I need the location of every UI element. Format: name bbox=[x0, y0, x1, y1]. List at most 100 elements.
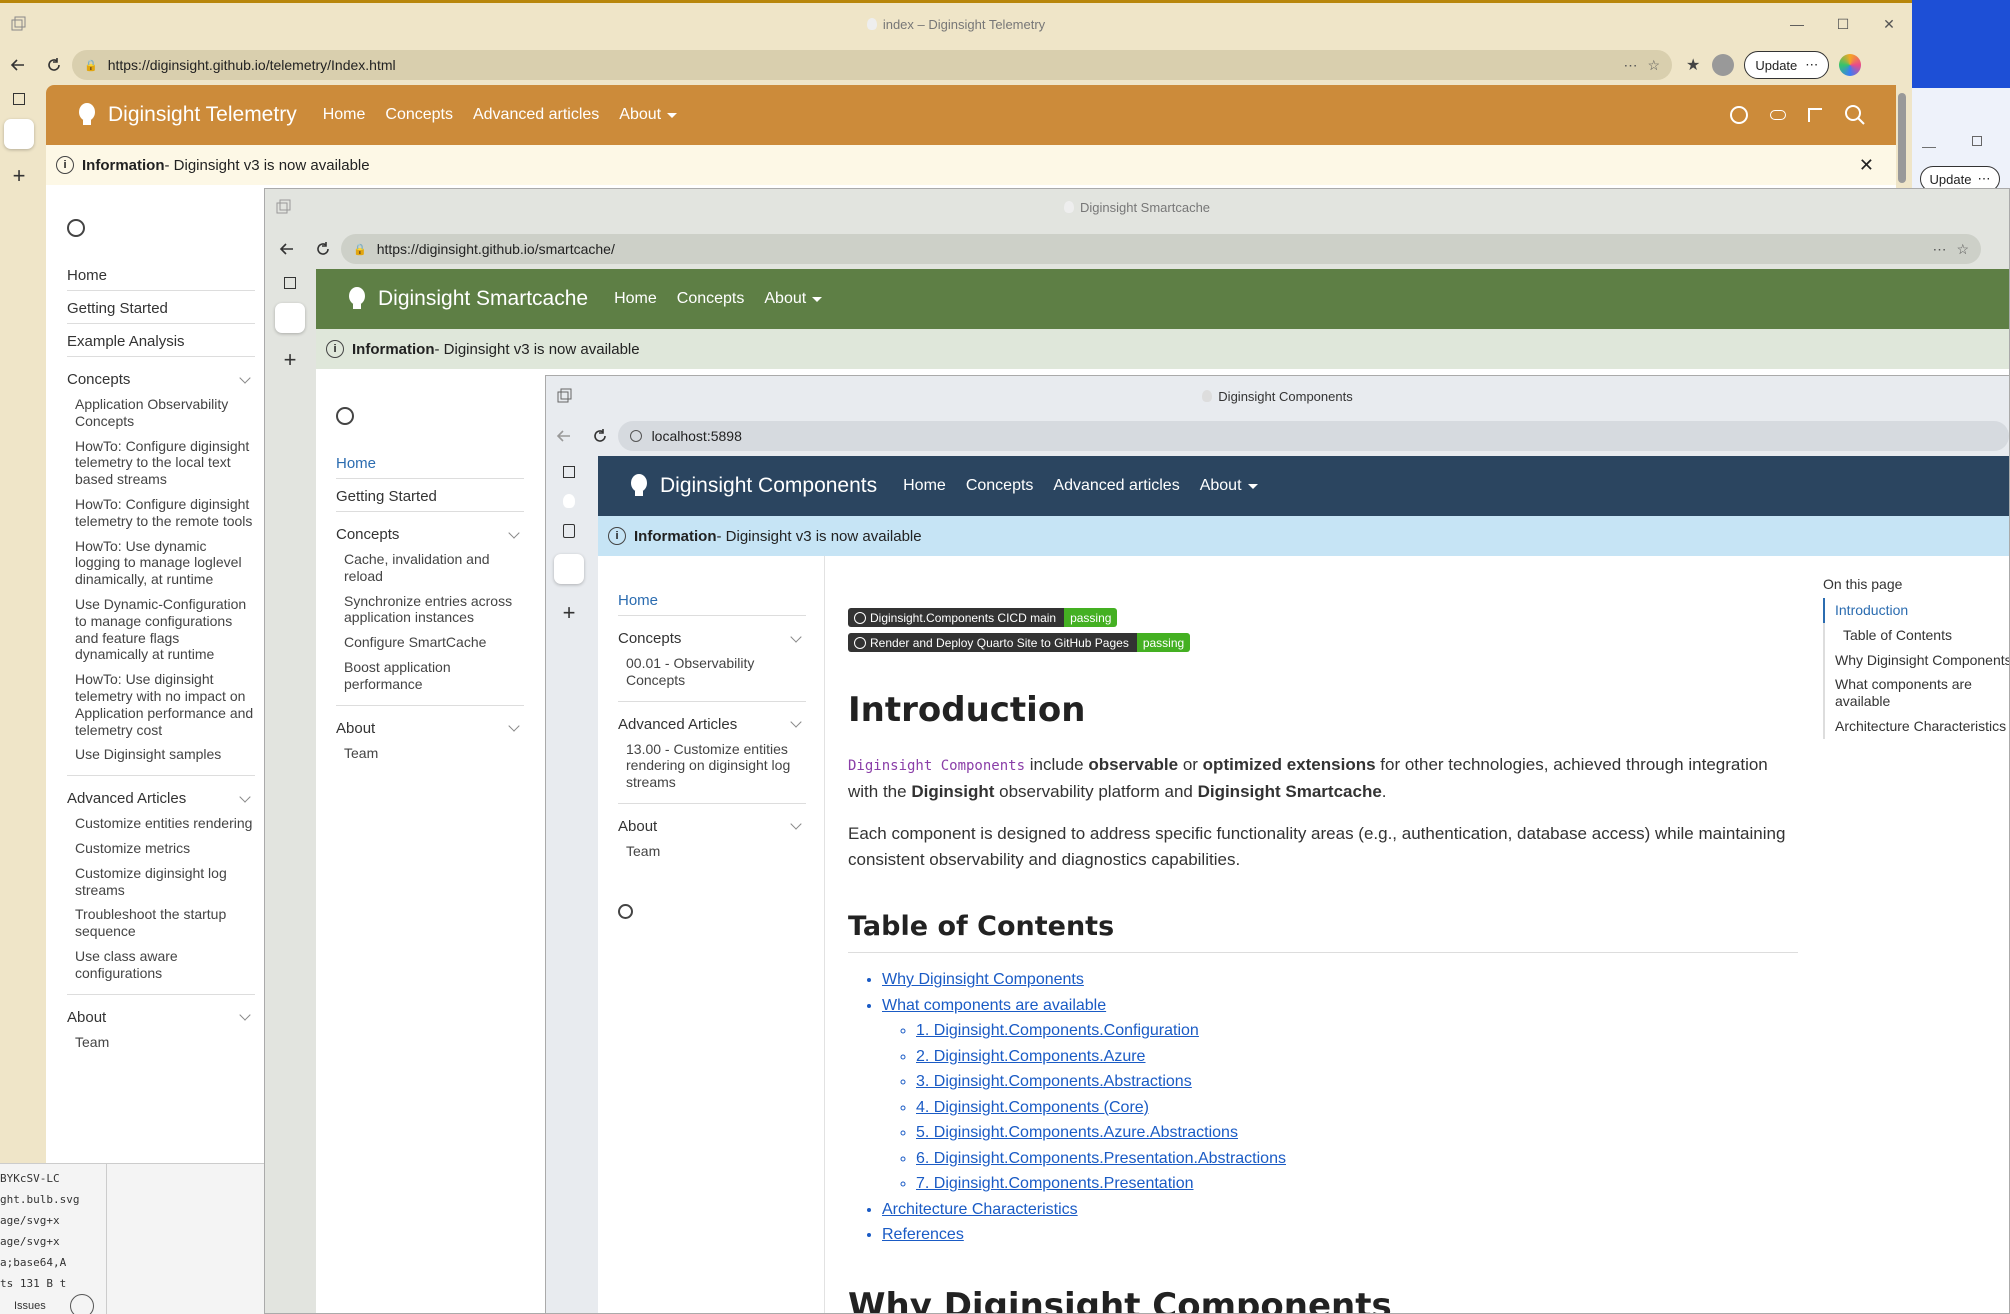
github-icon[interactable] bbox=[618, 903, 633, 919]
badge-quarto[interactable]: Render and Deploy Quarto Site to GitHub … bbox=[848, 633, 1191, 652]
user-icon[interactable] bbox=[70, 1294, 94, 1314]
workspaces-icon[interactable] bbox=[556, 388, 572, 404]
minimize-button[interactable]: — bbox=[1774, 16, 1820, 32]
nav-advanced[interactable]: Advanced articles bbox=[473, 106, 599, 124]
new-tab-button[interactable]: + bbox=[563, 600, 576, 626]
refresh-button[interactable] bbox=[582, 418, 618, 454]
active-tab[interactable] bbox=[554, 554, 584, 584]
toc-sublink[interactable]: 3. Diginsight.Components.Abstractions bbox=[916, 1069, 1798, 1095]
sidebar-subitem[interactable]: Customize entities rendering bbox=[67, 811, 255, 836]
sidebar-subitem[interactable]: Customize metrics bbox=[67, 836, 255, 861]
reader-mode-icon[interactable] bbox=[1808, 108, 1822, 122]
tab-favicon-doc-icon[interactable] bbox=[563, 524, 575, 538]
sidebar-section-concepts[interactable]: Concepts bbox=[618, 616, 806, 651]
nav-home[interactable]: Home bbox=[323, 106, 366, 124]
active-tab[interactable] bbox=[275, 303, 305, 333]
active-tab[interactable] bbox=[4, 119, 34, 149]
sidebar-item-home[interactable]: Home bbox=[336, 449, 524, 479]
otp-link-why[interactable]: Why Diginsight Components bbox=[1825, 648, 2009, 673]
sidebar-subitem[interactable]: HowTo: Configure diginsight telemetry to… bbox=[67, 492, 255, 534]
devtools-tab-issues[interactable]: Issues bbox=[14, 1300, 46, 1312]
sidebar-section-about[interactable]: About bbox=[336, 706, 524, 741]
address-bar[interactable]: 🔒 https://diginsight.github.io/telemetry… bbox=[72, 50, 1672, 80]
tab-actions-icon[interactable] bbox=[13, 93, 25, 105]
otp-link-toc[interactable]: Table of Contents bbox=[1825, 623, 2009, 648]
sidebar-subitem[interactable]: HowTo: Use diginsight telemetry with no … bbox=[67, 667, 255, 742]
favorite-star-icon[interactable]: ☆ bbox=[1956, 241, 1969, 258]
sidebar-item-getting-started[interactable]: Getting Started bbox=[67, 290, 255, 324]
close-icon[interactable]: ✕ bbox=[1859, 155, 1874, 176]
sidebar-subitem[interactable]: Team bbox=[618, 839, 806, 864]
github-icon[interactable] bbox=[67, 219, 85, 237]
new-tab-button[interactable]: + bbox=[284, 347, 297, 373]
sidebar-section-concepts[interactable]: Concepts bbox=[336, 512, 524, 547]
site-brand[interactable]: Diginsight Components bbox=[630, 474, 877, 498]
badge-cicd[interactable]: Diginsight.Components CICD main passing bbox=[848, 608, 1118, 627]
nav-concepts[interactable]: Concepts bbox=[677, 290, 745, 308]
toc-link-what[interactable]: What components are available 1. Diginsi… bbox=[882, 993, 1798, 1197]
nav-home[interactable]: Home bbox=[903, 477, 946, 495]
nav-advanced[interactable]: Advanced articles bbox=[1053, 477, 1179, 495]
sidebar-subitem[interactable]: Use Dynamic-Configuration to manage conf… bbox=[67, 592, 255, 667]
sidebar-item-getting-started[interactable]: Getting Started bbox=[336, 479, 524, 512]
sidebar-section-concepts[interactable]: Concepts bbox=[67, 357, 255, 392]
sidebar-subitem[interactable]: Use Diginsight samples bbox=[67, 742, 255, 767]
scrollbar[interactable] bbox=[1898, 93, 1906, 183]
nav-about[interactable]: About bbox=[1200, 477, 1258, 495]
toggle-icon[interactable] bbox=[1770, 110, 1786, 120]
site-brand[interactable]: Diginsight Smartcache bbox=[348, 287, 588, 311]
refresh-button[interactable] bbox=[305, 231, 341, 267]
sidebar-subitem[interactable]: Configure SmartCache bbox=[336, 630, 524, 655]
refresh-button[interactable] bbox=[36, 47, 72, 83]
sidebar-subitem[interactable]: HowTo: Use dynamic logging to manage log… bbox=[67, 534, 255, 592]
site-brand[interactable]: Diginsight Telemetry bbox=[78, 103, 297, 127]
nav-about[interactable]: About bbox=[619, 106, 678, 124]
workspaces-icon[interactable] bbox=[10, 16, 26, 32]
toc-link-why[interactable]: Why Diginsight Components bbox=[882, 967, 1798, 993]
toc-sublink[interactable]: 1. Diginsight.Components.Configuration bbox=[916, 1018, 1798, 1044]
tab-actions-icon[interactable] bbox=[563, 466, 575, 478]
sidebar-item-example[interactable]: Example Analysis bbox=[67, 324, 255, 357]
toc-sublink[interactable]: 2. Diginsight.Components.Azure bbox=[916, 1044, 1798, 1070]
sidebar-subitem[interactable]: 13.00 - Customize entities rendering on … bbox=[618, 737, 806, 795]
nav-concepts[interactable]: Concepts bbox=[966, 477, 1034, 495]
reader-icon[interactable]: ⋯ bbox=[1623, 57, 1637, 74]
sidebar-section-about[interactable]: About bbox=[618, 804, 806, 839]
sidebar-subitem[interactable]: Application Observability Concepts bbox=[67, 392, 255, 434]
sidebar-subitem[interactable]: Customize diginsight log streams bbox=[67, 861, 255, 903]
github-icon[interactable] bbox=[1730, 106, 1748, 124]
update-button[interactable]: Update ⋯ bbox=[1744, 51, 1830, 79]
toc-sublink[interactable]: 6. Diginsight.Components.Presentation.Ab… bbox=[916, 1146, 1798, 1172]
profile-avatar[interactable] bbox=[1712, 54, 1735, 76]
bg-window-maximize[interactable] bbox=[1972, 136, 1982, 146]
sidebar-subitem[interactable]: Team bbox=[67, 1030, 255, 1055]
nav-concepts[interactable]: Concepts bbox=[385, 106, 453, 124]
sidebar-subitem[interactable]: Use class aware configurations bbox=[67, 944, 255, 986]
search-icon[interactable] bbox=[1844, 104, 1866, 126]
toc-sublink[interactable]: 5. Diginsight.Components.Azure.Abstracti… bbox=[916, 1120, 1798, 1146]
back-button[interactable] bbox=[269, 231, 305, 267]
sidebar-section-about[interactable]: About bbox=[67, 995, 255, 1030]
favorites-icon[interactable]: ★ bbox=[1686, 55, 1700, 75]
close-button[interactable]: ✕ bbox=[1866, 16, 1912, 33]
workspaces-icon[interactable] bbox=[275, 199, 291, 215]
bg-window-minimize[interactable]: — bbox=[1922, 138, 1936, 154]
sidebar-subitem[interactable]: Boost application performance bbox=[336, 655, 524, 697]
back-button[interactable] bbox=[546, 418, 582, 454]
sidebar-subitem[interactable]: HowTo: Configure diginsight telemetry to… bbox=[67, 434, 255, 492]
otp-link-arch[interactable]: Architecture Characteristics bbox=[1825, 714, 2009, 739]
sidebar-item-home[interactable]: Home bbox=[67, 261, 255, 290]
maximize-button[interactable]: ☐ bbox=[1820, 16, 1866, 33]
tab-favicon-bulb-icon[interactable] bbox=[563, 494, 575, 508]
nav-home[interactable]: Home bbox=[614, 290, 657, 308]
tab-actions-icon[interactable] bbox=[284, 277, 296, 289]
toc-link-refs[interactable]: References bbox=[882, 1222, 1798, 1248]
copilot-icon[interactable] bbox=[1839, 54, 1862, 76]
sidebar-section-advanced[interactable]: Advanced Articles bbox=[67, 776, 255, 811]
address-bar[interactable]: localhost:5898 bbox=[617, 421, 2009, 451]
reader-icon[interactable]: ⋯ bbox=[1932, 241, 1946, 258]
sidebar-subitem[interactable]: Troubleshoot the startup sequence bbox=[67, 902, 255, 944]
sidebar-subitem[interactable]: Cache, invalidation and reload bbox=[336, 547, 524, 589]
toc-sublink[interactable]: 4. Diginsight.Components (Core) bbox=[916, 1095, 1798, 1121]
github-icon[interactable] bbox=[336, 407, 354, 425]
